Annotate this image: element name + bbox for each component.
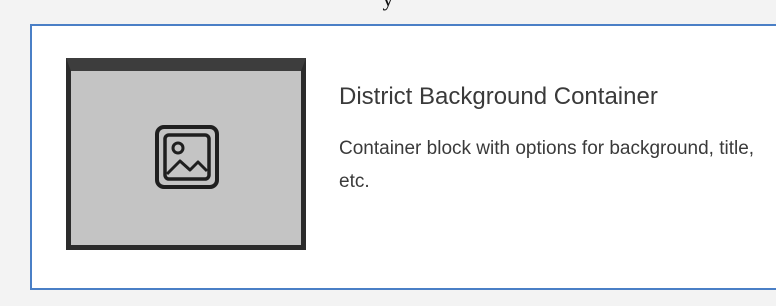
image-icon bbox=[155, 125, 219, 189]
cropped-heading: y bbox=[0, 0, 776, 12]
block-text: District Background Container Container … bbox=[339, 72, 759, 198]
block-card[interactable]: District Background Container Container … bbox=[30, 24, 776, 290]
block-thumbnail bbox=[66, 58, 306, 250]
block-title: District Background Container bbox=[339, 83, 658, 110]
block-description: Container block with options for backgro… bbox=[339, 138, 755, 192]
